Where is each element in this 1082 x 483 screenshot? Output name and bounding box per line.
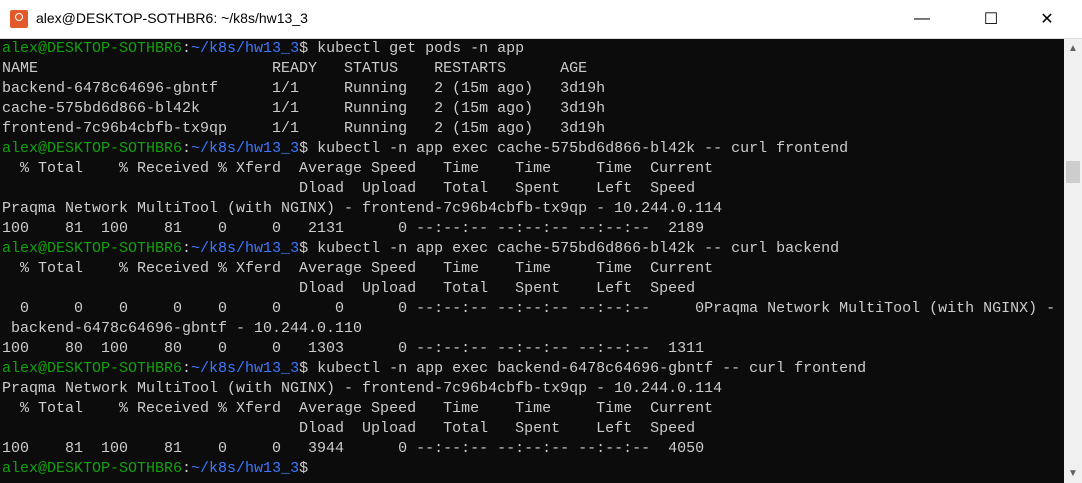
scrollbar[interactable]: ▲ ▼ [1064,39,1082,483]
terminal-output[interactable]: alex@DESKTOP-SOTHBR6:~/k8s/hw13_3$ kubec… [2,39,1062,483]
prompt-separator: : [182,360,192,377]
prompt-path: ~/k8s/hw13_3 [191,240,300,257]
output-line: 0 0 0 0 0 0 0 0 --:--:-- --:--:-- --:--:… [2,299,1062,319]
prompt-separator: : [182,240,192,257]
prompt-user: alex@DESKTOP-SOTHBR6 [2,460,183,477]
command-line: alex@DESKTOP-SOTHBR6:~/k8s/hw13_3$ kubec… [2,359,1062,379]
output-line: % Total % Received % Xferd Average Speed… [2,399,1062,419]
output-line: 100 80 100 80 0 0 1303 0 --:--:-- --:--:… [2,339,1062,359]
prompt-separator: : [182,40,192,57]
command-text: kubectl -n app exec cache-575bd6d866-bl4… [308,240,840,257]
output-line: Praqma Network MultiTool (with NGINX) - … [2,379,1062,399]
prompt-path: ~/k8s/hw13_3 [191,360,300,377]
output-text: Praqma Network MultiTool (with NGINX) - … [2,200,723,217]
output-line: Dload Upload Total Spent Left Speed [2,279,1062,299]
prompt-separator: : [182,140,192,157]
output-text: Dload Upload Total Spent Left Speed [2,180,696,197]
output-line: frontend-7c96b4cbfb-tx9qp 1/1 Running 2 … [2,119,1062,139]
prompt-separator: : [182,460,192,477]
output-text: Dload Upload Total Spent Left Speed [2,420,696,437]
output-line: backend-6478c64696-gbntf 1/1 Running 2 (… [2,79,1062,99]
command-line: alex@DESKTOP-SOTHBR6:~/k8s/hw13_3$ kubec… [2,39,1062,59]
prompt-path: ~/k8s/hw13_3 [191,40,300,57]
output-line: cache-575bd6d866-bl42k 1/1 Running 2 (15… [2,99,1062,119]
output-text: Praqma Network MultiTool (with NGINX) - … [2,380,723,397]
output-text: backend-6478c64696-gbntf - 10.244.0.110 [2,320,363,337]
output-line: Dload Upload Total Spent Left Speed [2,179,1062,199]
output-text: Dload Upload Total Spent Left Speed [2,280,696,297]
minimize-button[interactable]: — [899,0,945,38]
command-line: alex@DESKTOP-SOTHBR6:~/k8s/hw13_3$ kubec… [2,139,1062,159]
output-line: Praqma Network MultiTool (with NGINX) - … [2,199,1062,219]
prompt-user: alex@DESKTOP-SOTHBR6 [2,360,183,377]
command-text: kubectl get pods -n app [308,40,525,57]
output-text: 0 0 0 0 0 0 0 0 --:--:-- --:--:-- --:--:… [2,300,1056,317]
prompt-symbol: $ [299,360,309,377]
window-title: alex@DESKTOP-SOTHBR6: ~/k8s/hw13_3 [36,10,308,26]
output-line: NAME READY STATUS RESTARTS AGE [2,59,1062,79]
output-text: 100 81 100 81 0 0 3944 0 --:--:-- --:--:… [2,440,705,457]
prompt-symbol: $ [299,240,309,257]
command-line: alex@DESKTOP-SOTHBR6:~/k8s/hw13_3$ [2,459,1062,479]
scroll-down-icon[interactable]: ▼ [1064,468,1082,479]
prompt-symbol: $ [299,140,309,157]
output-line: % Total % Received % Xferd Average Speed… [2,159,1062,179]
output-text: % Total % Received % Xferd Average Speed… [2,260,714,277]
prompt-user: alex@DESKTOP-SOTHBR6 [2,40,183,57]
prompt-symbol: $ [299,40,309,57]
output-text: frontend-7c96b4cbfb-tx9qp 1/1 Running 2 … [2,120,606,137]
output-text: 100 81 100 81 0 0 2131 0 --:--:-- --:--:… [2,220,705,237]
output-text: % Total % Received % Xferd Average Speed… [2,160,714,177]
prompt-user: alex@DESKTOP-SOTHBR6 [2,240,183,257]
output-text: backend-6478c64696-gbntf 1/1 Running 2 (… [2,80,606,97]
command-text: kubectl -n app exec backend-6478c64696-g… [308,360,867,377]
output-line: Dload Upload Total Spent Left Speed [2,419,1062,439]
scrollbar-thumb[interactable] [1066,161,1080,183]
scroll-up-icon[interactable]: ▲ [1064,43,1082,54]
close-button[interactable]: ✕ [1024,0,1070,38]
output-text: cache-575bd6d866-bl42k 1/1 Running 2 (15… [2,100,606,117]
output-line: 100 81 100 81 0 0 3944 0 --:--:-- --:--:… [2,439,1062,459]
prompt-user: alex@DESKTOP-SOTHBR6 [2,140,183,157]
output-line: backend-6478c64696-gbntf - 10.244.0.110 [2,319,1062,339]
output-line: % Total % Received % Xferd Average Speed… [2,259,1062,279]
ubuntu-app-icon [10,10,28,28]
output-line: 100 81 100 81 0 0 2131 0 --:--:-- --:--:… [2,219,1062,239]
command-text: kubectl -n app exec cache-575bd6d866-bl4… [308,140,849,157]
maximize-button[interactable]: ☐ [968,0,1014,38]
prompt-path: ~/k8s/hw13_3 [191,460,300,477]
prompt-symbol: $ [299,460,309,477]
title-bar: alex@DESKTOP-SOTHBR6: ~/k8s/hw13_3 — ☐ ✕ [0,0,1082,39]
command-line: alex@DESKTOP-SOTHBR6:~/k8s/hw13_3$ kubec… [2,239,1062,259]
output-text: 100 80 100 80 0 0 1303 0 --:--:-- --:--:… [2,340,705,357]
prompt-path: ~/k8s/hw13_3 [191,140,300,157]
output-text: NAME READY STATUS RESTARTS AGE [2,60,588,77]
output-text: % Total % Received % Xferd Average Speed… [2,400,714,417]
